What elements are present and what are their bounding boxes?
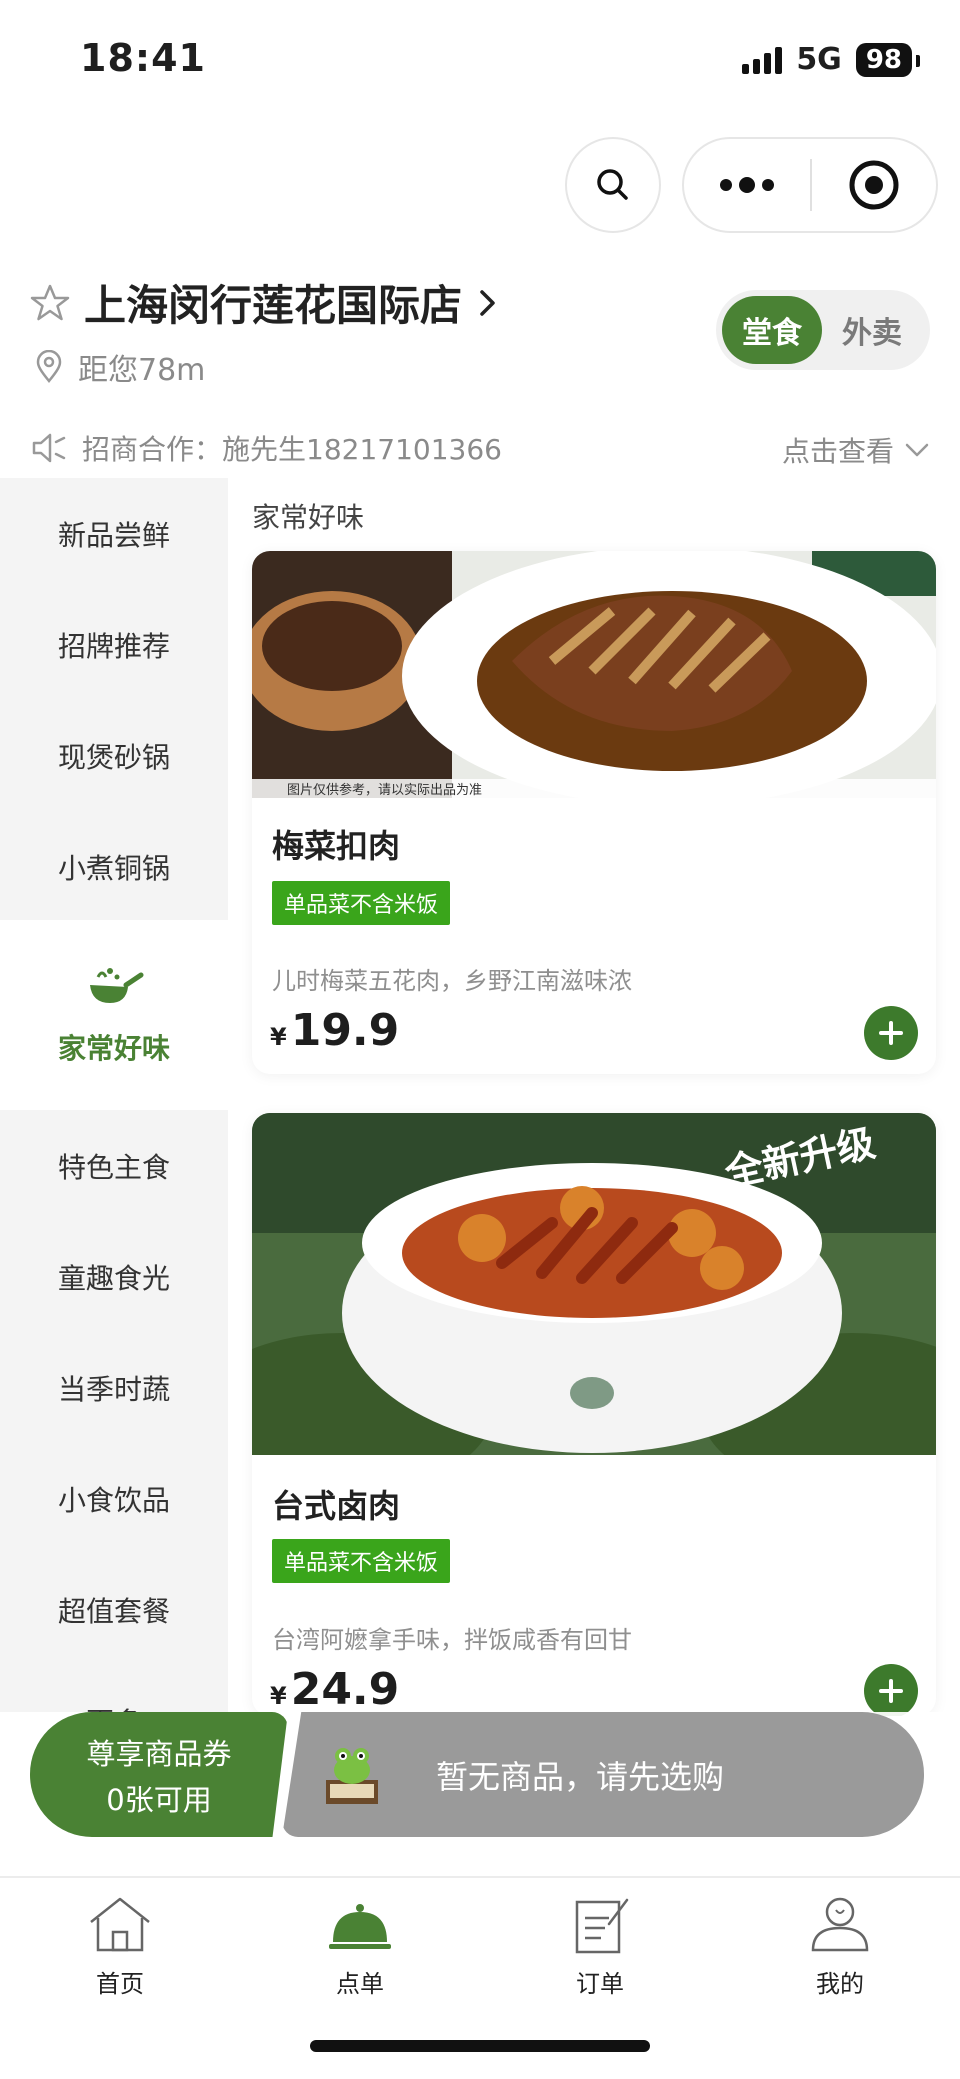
favorite-star-icon[interactable] [30,283,70,323]
category-item[interactable]: 当季时蔬 [0,1332,228,1443]
store-distance: 距您78m [34,345,205,389]
coupon-button[interactable]: 尊享商品券 0张可用 [30,1712,288,1837]
notice-view-more[interactable]: 点击查看 [782,430,930,470]
category-item[interactable]: 小食饮品 [0,1443,228,1554]
plus-icon [879,1021,903,1045]
dish-photo[interactable]: 图片仅供参考，请以实际出品为准 [252,551,936,798]
frog-mascot-icon [326,1748,378,1804]
home-icon [90,1897,150,1952]
category-item[interactable]: 招牌推荐 [0,589,228,700]
close-miniapp-button[interactable] [812,158,936,212]
target-icon [849,160,899,210]
more-button[interactable] [684,177,810,193]
price-currency: ¥ [270,1023,287,1051]
tab-label: 我的 [816,1970,864,1998]
chevron-right-icon [480,289,495,316]
tab-label: 首页 [96,1970,144,1998]
chevron-down-icon [905,443,929,457]
tab-label: 订单 [576,1970,624,1998]
coupon-title: 尊享商品券 [86,1736,232,1771]
category-item[interactable]: 现煲砂锅 [0,700,228,811]
category-sidebar: 新品尝鲜 招牌推荐 现煲砂锅 小煮铜锅 家常好味 特色主食 童趣食光 当季时蔬 … [0,478,228,1716]
dish-name: 梅菜扣肉 [272,827,401,865]
miniapp-capsule [682,137,938,233]
dish-tag: 单品菜不含米饭 [272,881,451,925]
store-name[interactable]: 上海闵行莲花国际店 [84,272,462,333]
photo-disclaimer: 图片仅供参考，请以实际出品为准 [287,782,482,798]
notice-more-label: 点击查看 [781,435,894,468]
category-item[interactable]: 超值套餐 [0,1554,228,1665]
dish-description: 台湾阿嬷拿手味，拌饭咸香有回甘 [272,1626,632,1654]
profile-icon [811,1897,869,1952]
home-indicator [310,2040,650,2052]
tab-order-food[interactable]: 点单 [300,1894,420,1999]
dish-price: ¥ 19.9 [270,1005,399,1056]
tab-home[interactable]: 首页 [60,1894,180,1999]
price-currency: ¥ [270,1682,287,1710]
add-to-cart-button[interactable] [864,1006,918,1060]
location-pin-icon [36,350,62,383]
network-type: 5G [796,42,842,77]
status-bar: 18:41 5G 98 [0,0,960,120]
category-item[interactable]: 小煮铜锅 [0,811,228,922]
dining-mode-toggle: 堂食 外卖 [716,290,930,370]
notice-bar[interactable]: 招商合作：施先生18217101366 点击查看 [30,418,930,478]
battery-icon: 98 [855,42,921,77]
cart-bar[interactable]: 暂无商品，请先选购 [282,1712,924,1837]
cart-empty-text: 暂无商品，请先选购 [436,1757,725,1796]
dish-description: 儿时梅菜五花肉，乡野江南滋味浓 [272,967,632,995]
dish-name: 台式卤肉 [272,1487,401,1525]
wok-icon [90,968,144,1003]
mode-takeout[interactable]: 外卖 [822,296,922,364]
search-button[interactable] [565,137,661,233]
add-to-cart-button[interactable] [864,1664,918,1716]
category-item[interactable]: 新品尝鲜 [0,478,228,589]
category-item[interactable]: 特色主食 [0,1110,228,1221]
tab-orders[interactable]: 订单 [540,1894,660,1999]
status-time: 18:41 [80,36,206,80]
order-list-icon [575,1898,629,1954]
dish-price: ¥ 24.9 [270,1664,399,1715]
plus-icon [879,1679,903,1703]
dish-tag: 单品菜不含米饭 [272,1539,451,1583]
notice-text: 招商合作：施先生18217101366 [82,433,502,466]
speaker-icon [32,433,66,463]
mode-dine-in[interactable]: 堂食 [722,296,822,364]
status-indicators: 5G 98 [742,42,921,77]
tab-profile[interactable]: 我的 [780,1894,900,1999]
braised-pork-image: 图片仅供参考，请以实际出品为准 [252,551,936,798]
coupon-count: 0张可用 [106,1782,212,1817]
search-icon [597,169,628,200]
taiwan-braised-pork-image: 全新升级 [252,1113,936,1455]
store-selector[interactable]: 上海闵行莲花国际店 [30,272,500,333]
category-item[interactable]: 童趣食光 [0,1221,228,1332]
dish-card[interactable]: 图片仅供参考，请以实际出品为准 梅菜扣肉 单品菜不含米饭 儿时梅菜五花肉，乡野江… [252,551,936,1074]
distance-text: 距您78m [78,353,206,388]
category-item-active[interactable]: 家常好味 [0,920,228,1110]
signal-icon [742,46,783,74]
price-amount: 24.9 [290,1664,400,1715]
price-amount: 19.9 [290,1005,400,1056]
category-item[interactable]: 更多 [0,1665,228,1717]
dish-card[interactable]: 全新升级 台式卤肉 单品菜不含米饭 台湾阿嬷拿手味，拌饭咸香有回甘 ¥ 24.9 [252,1113,936,1716]
cloche-icon [329,1904,391,1949]
tab-label: 点单 [336,1970,384,1998]
section-title: 家常好味 [252,501,365,534]
dish-photo[interactable]: 全新升级 [252,1113,936,1455]
category-active-label: 家常好味 [57,1032,170,1065]
